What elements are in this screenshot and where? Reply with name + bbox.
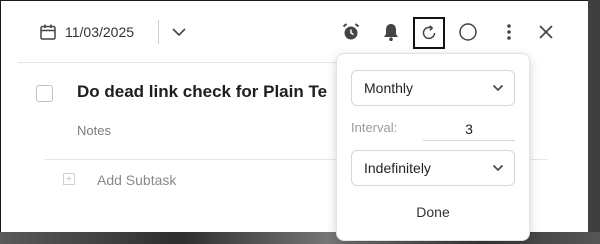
- background-dim: [588, 0, 600, 244]
- recurrence-popover: Monthly Interval: Indefinitely Done: [336, 53, 530, 241]
- task-complete-checkbox[interactable]: [36, 85, 53, 102]
- calendar-icon: [39, 23, 57, 41]
- repeat-icon[interactable]: [413, 17, 445, 49]
- add-subtask-icon[interactable]: +: [63, 173, 75, 185]
- due-date-text: 11/03/2025: [65, 24, 135, 40]
- end-condition-value: Indefinitely: [364, 160, 431, 176]
- divider: [18, 62, 338, 63]
- divider: [45, 159, 339, 160]
- bell-icon[interactable]: [380, 21, 402, 43]
- frequency-select[interactable]: Monthly: [351, 70, 515, 106]
- more-vertical-icon[interactable]: [499, 21, 519, 43]
- frequency-value: Monthly: [364, 80, 414, 96]
- task-title[interactable]: Do dead link check for Plain Te: [77, 82, 339, 102]
- divider: [531, 159, 547, 160]
- interval-label: Interval:: [351, 120, 398, 135]
- notes-field[interactable]: Notes: [77, 123, 111, 138]
- close-icon[interactable]: [535, 21, 557, 43]
- chevron-down-icon[interactable]: [169, 22, 189, 42]
- circle-icon[interactable]: [457, 21, 479, 43]
- chevron-down-icon: [492, 164, 504, 172]
- date-picker[interactable]: 11/03/2025: [39, 21, 134, 43]
- end-condition-select[interactable]: Indefinitely: [351, 150, 515, 186]
- chevron-down-icon: [492, 84, 504, 92]
- divider: [158, 20, 159, 44]
- done-button[interactable]: Done: [351, 204, 515, 220]
- interval-input[interactable]: [423, 118, 515, 141]
- add-subtask-button[interactable]: Add Subtask: [97, 172, 176, 188]
- alarm-icon[interactable]: [340, 21, 362, 43]
